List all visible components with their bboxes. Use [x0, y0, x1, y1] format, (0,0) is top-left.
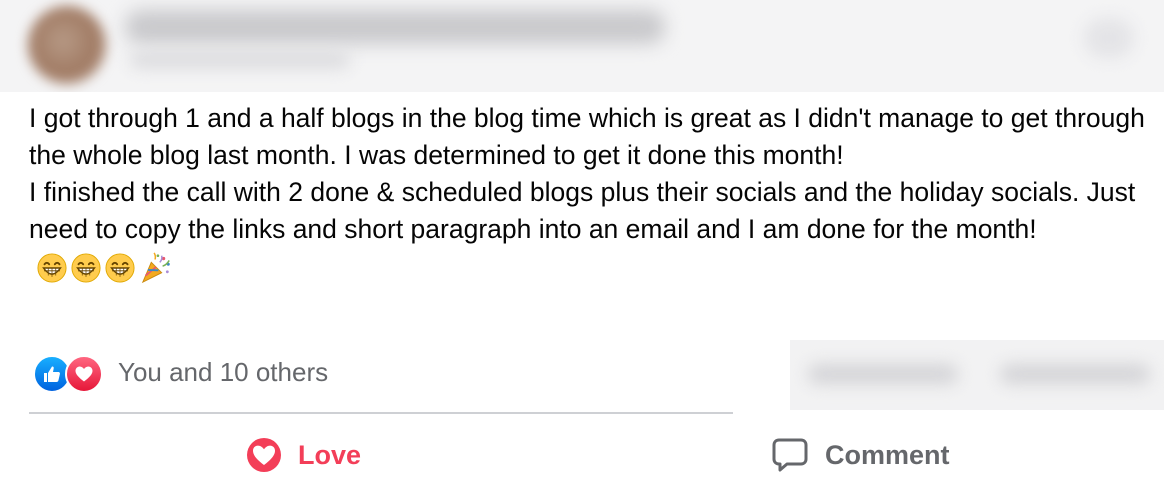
love-reaction-icon — [65, 355, 103, 393]
post-header-blurred — [0, 0, 1164, 92]
reactions-count-text[interactable]: You and 10 others — [118, 357, 328, 388]
comment-icon — [772, 438, 808, 472]
love-icon — [247, 438, 281, 472]
actions-divider — [29, 412, 733, 414]
facebook-post: I got through 1 and a half blogs in the … — [0, 0, 1164, 482]
reaction-icons — [33, 353, 107, 393]
love-button-label: Love — [298, 439, 362, 470]
grinning-face-icon — [37, 252, 67, 283]
more-options-icon[interactable] — [1084, 18, 1134, 58]
author-name-blurred[interactable] — [125, 10, 665, 44]
post-paragraph-last: I finished the call with 2 done & schedu… — [29, 174, 1149, 287]
comment-button[interactable]: Comment — [771, 432, 950, 478]
love-button[interactable]: Love — [246, 432, 361, 478]
emoji-row — [37, 250, 173, 287]
post-paragraph-text: I finished the call with 2 done & schedu… — [29, 177, 1136, 244]
reactions-summary[interactable]: You and 10 others — [33, 352, 328, 393]
grinning-face-icon — [105, 252, 135, 283]
grinning-face-icon — [71, 252, 101, 283]
comments-count-blurred[interactable] — [808, 364, 958, 384]
author-avatar[interactable] — [28, 6, 106, 84]
shares-count-blurred[interactable] — [1000, 364, 1150, 384]
post-paragraph: I got through 1 and a half blogs in the … — [29, 103, 1145, 170]
engagement-counts-blurred — [790, 340, 1164, 410]
post-body: I got through 1 and a half blogs in the … — [29, 100, 1149, 287]
party-popper-icon — [141, 251, 170, 283]
post-meta-blurred — [130, 52, 350, 68]
comment-button-label: Comment — [825, 439, 950, 470]
